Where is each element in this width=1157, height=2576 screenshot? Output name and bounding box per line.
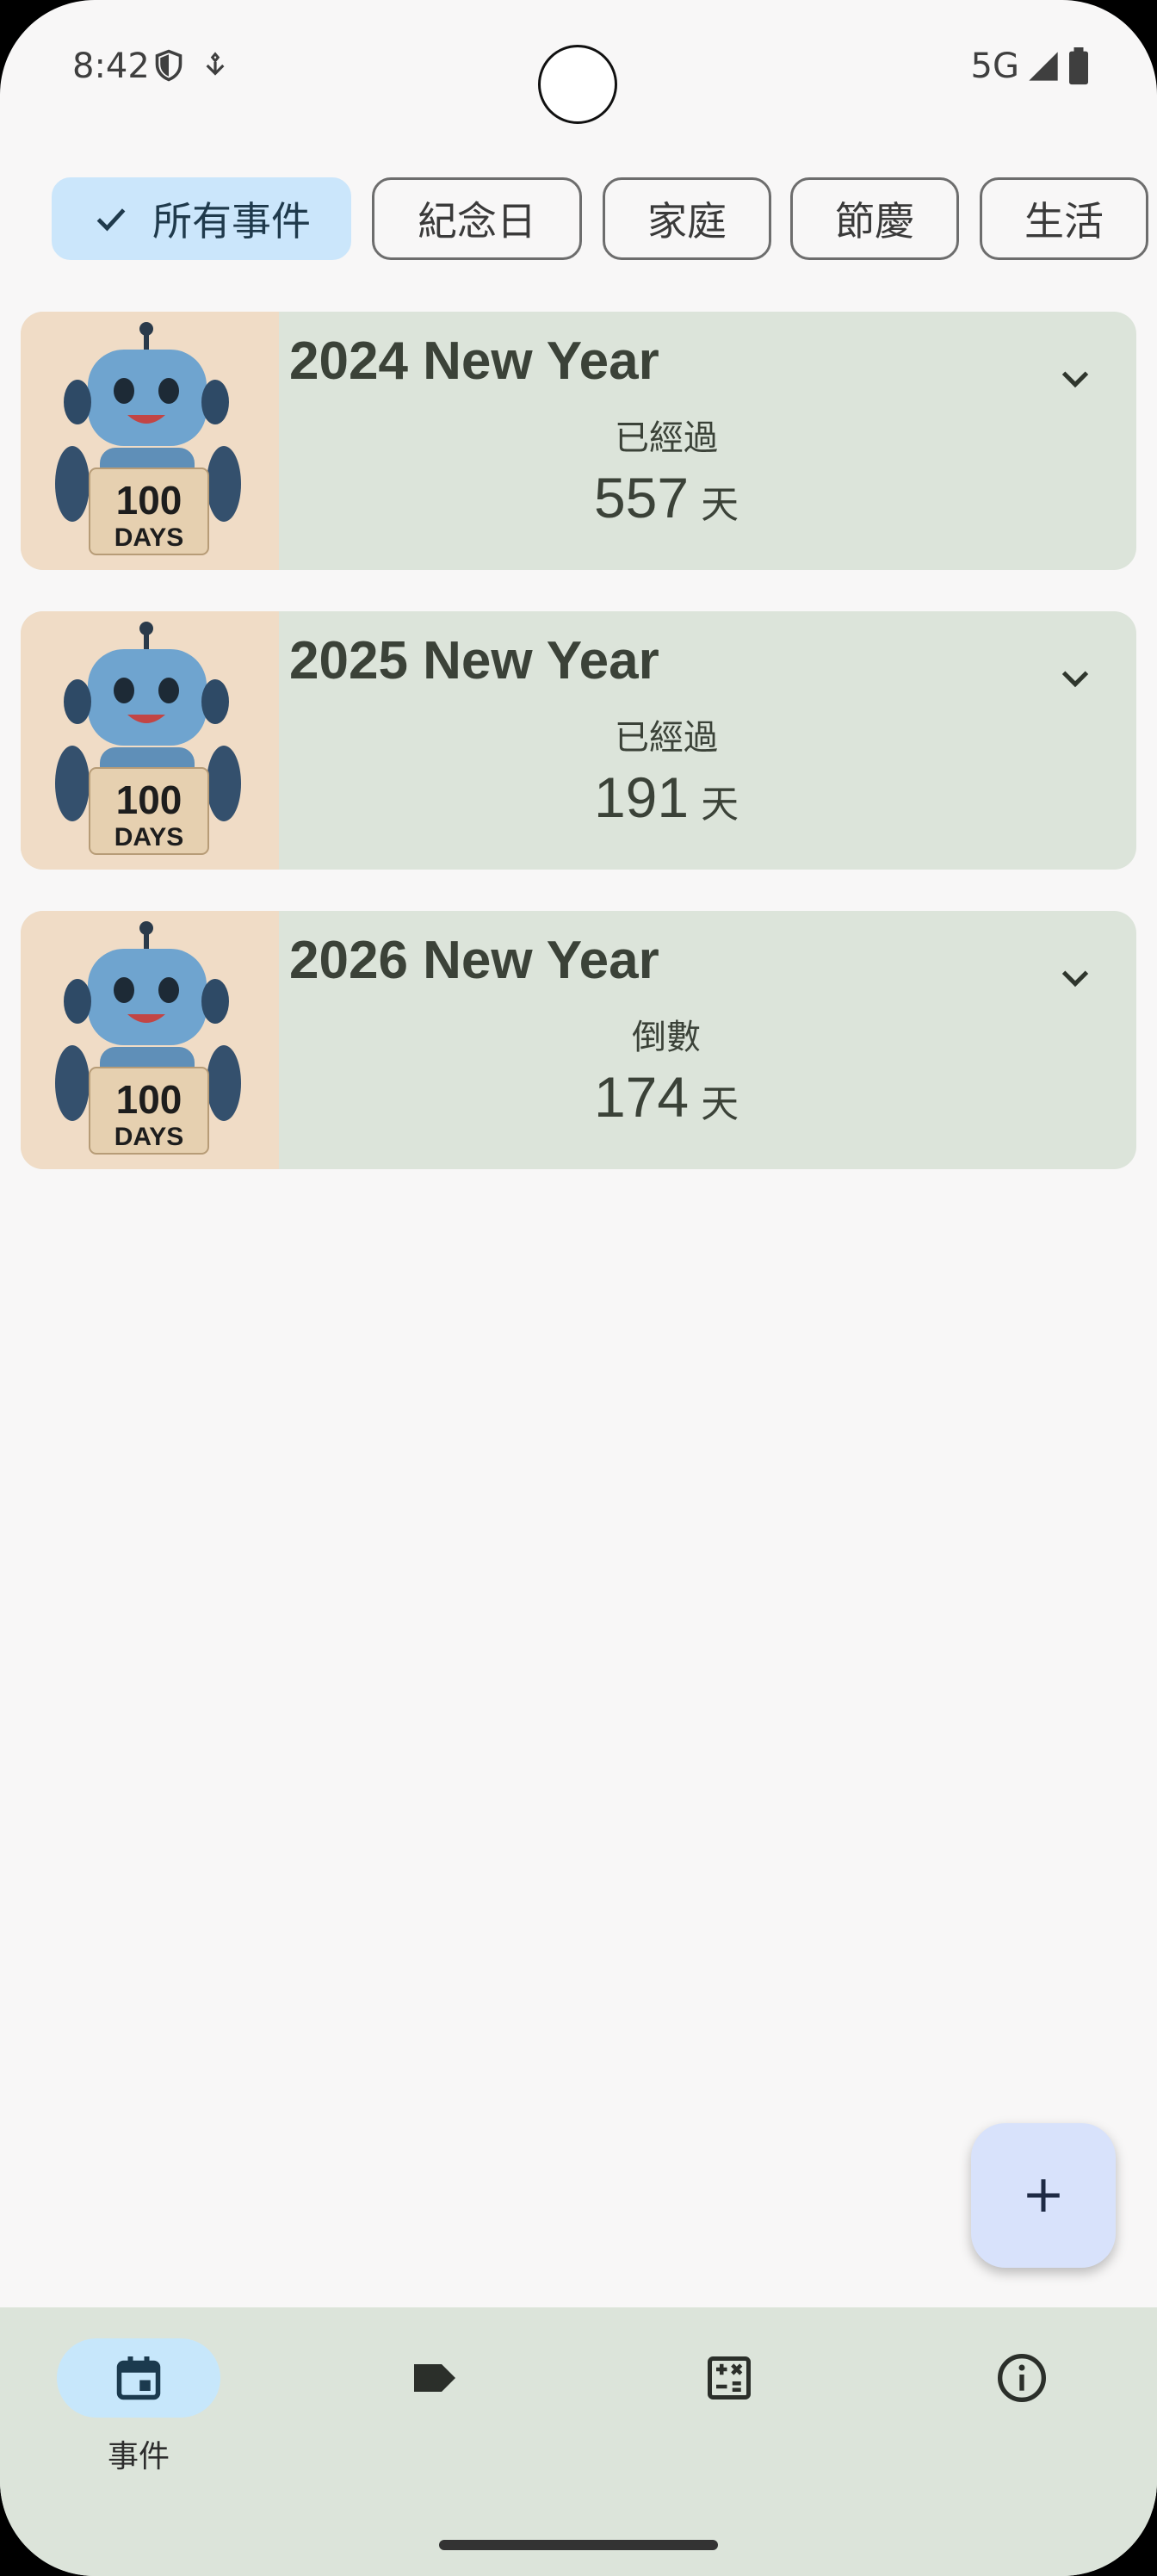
event-status: 已經過 [615,418,718,458]
filter-chip-row[interactable]: 所有事件 紀念日 家庭 節慶 生活 [52,177,1157,262]
network-type: 5G [970,46,1019,86]
chip-life[interactable]: 生活 [980,177,1148,260]
chip-all-events[interactable]: 所有事件 [52,177,351,260]
day-count-value: 174 [593,1065,690,1129]
event-day-count: 191 天 [305,765,1028,830]
front-camera [538,45,617,124]
event-day-count: 174 天 [305,1064,1028,1130]
event-title: 2025 New Year [289,631,659,690]
event-day-count: 557 天 [305,465,1028,530]
nav-pill[interactable] [647,2338,811,2418]
event-title: 2024 New Year [289,331,659,391]
thumb-text-top: 100 [116,777,183,822]
day-count-unit: 天 [701,483,739,527]
chip-label: 節慶 [835,198,914,245]
chip-label: 生活 [1024,198,1104,245]
day-count-unit: 天 [701,1082,739,1126]
signal-icon [1029,52,1058,81]
chip-anniversary[interactable]: 紀念日 [372,177,582,260]
nav-item-info[interactable] [933,2338,1105,2502]
day-count-value: 191 [593,765,690,829]
nav-pill[interactable] [353,2338,517,2418]
chevron-down-icon[interactable] [1055,358,1095,398]
app-screen: 8:42 5G 所有事件 紀念日 家庭 節慶 生活 100 DAYS 2024 … [0,0,1157,2576]
robot-thumbnail: 100 DAYS [21,312,279,570]
add-event-button[interactable] [971,2123,1116,2268]
robot-thumbnail: 100 DAYS [21,911,279,1169]
shield-icon [155,49,183,82]
event-status: 倒數 [632,1018,701,1057]
event-card[interactable]: 100 DAYS 2025 New Year 已經過 191 天 [21,611,1136,870]
calendar-icon [116,2356,161,2400]
calculator-icon [708,2356,751,2400]
thumb-text-top: 100 [116,478,183,523]
event-title: 2026 New Year [289,931,659,990]
nav-pill[interactable] [940,2338,1104,2418]
chevron-down-icon[interactable] [1055,957,1095,997]
chevron-down-icon[interactable] [1055,658,1095,697]
home-indicator[interactable] [439,2540,718,2550]
location-icon [206,52,225,76]
day-count-unit: 天 [701,783,739,827]
chip-family[interactable]: 家庭 [603,177,771,260]
nav-item-calculator[interactable] [640,2338,813,2502]
plus-icon [1027,2179,1060,2212]
chip-label: 所有事件 [152,198,311,245]
event-card[interactable]: 100 DAYS 2026 New Year 倒數 174 天 [21,911,1136,1169]
check-icon [96,208,126,232]
status-time: 8:42 [72,46,150,86]
thumb-text-bottom: DAYS [114,1123,184,1151]
nav-label-events: 事件 [107,2439,170,2474]
battery-icon [1069,47,1088,85]
chip-festival[interactable]: 節慶 [790,177,959,260]
bottom-navigation: 事件 [0,2307,1157,2576]
info-icon [998,2354,1046,2402]
chip-label: 紀念日 [418,198,536,245]
event-card[interactable]: 100 DAYS 2024 New Year 已經過 557 天 [21,312,1136,570]
robot-thumbnail: 100 DAYS [21,611,279,870]
thumb-text-top: 100 [116,1077,183,1122]
nav-item-events[interactable]: 事件 [50,2338,222,2502]
day-count-value: 557 [593,466,690,529]
event-status: 已經過 [615,718,718,758]
status-notification-icons [153,48,229,83]
status-bar: 8:42 5G [0,0,1157,138]
thumb-text-bottom: DAYS [114,823,184,851]
chip-label: 家庭 [647,198,727,245]
thumb-text-bottom: DAYS [114,523,184,552]
nav-active-indicator[interactable] [57,2338,220,2418]
nav-item-tags[interactable] [346,2338,518,2502]
status-system-icons: 5G [971,46,1090,86]
label-icon [414,2364,455,2392]
